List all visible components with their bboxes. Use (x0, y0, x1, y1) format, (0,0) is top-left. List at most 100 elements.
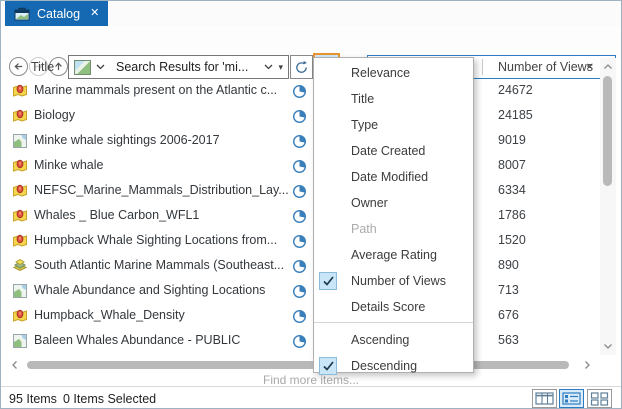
columns-view-icon (535, 392, 554, 405)
pane-tab-bar: Catalog ✕ (1, 1, 621, 26)
tab-title: Catalog (37, 7, 80, 21)
item-views: 9019 (498, 133, 526, 147)
result-row[interactable]: Humpback_Whale_Density 676 (1, 304, 599, 329)
vertical-scroll-thumb[interactable] (603, 76, 612, 186)
item-views: 24185 (498, 108, 533, 122)
item-title: Humpback Whale Sighting Locations from..… (34, 233, 277, 247)
arrow-left-icon (13, 61, 24, 72)
item-views: 24672 (498, 83, 533, 97)
result-row[interactable]: Minke whale 8007 (1, 154, 599, 179)
item-views: 1520 (498, 233, 526, 247)
arcgis-online-icon (292, 159, 307, 177)
map-layer-icon (12, 283, 28, 302)
columns-view-button[interactable] (532, 389, 557, 408)
horizontal-scrollbar[interactable] (7, 358, 597, 372)
menu-item-label: Descending (351, 359, 417, 373)
column-header-views[interactable]: Number of Views (498, 60, 593, 74)
menu-item-label: Owner (351, 196, 388, 210)
list-view-button[interactable] (559, 389, 584, 408)
catalog-pane: Catalog ✕ Search Results for 'mi... (0, 0, 622, 409)
item-title: South Atlantic Marine Mammals (Southeast… (34, 258, 284, 272)
close-icon[interactable]: ✕ (90, 8, 99, 19)
items-selected-count: 0 Items Selected (63, 392, 156, 406)
menu-item-number-of-views[interactable]: Number of Views (314, 268, 473, 294)
result-row[interactable]: Whale Abundance and Sighting Locations 7… (1, 279, 599, 304)
arcgis-online-icon (292, 209, 307, 227)
result-row[interactable]: South Atlantic Marine Mammals (Southeast… (1, 254, 599, 279)
menu-item-date-modified[interactable]: Date Modified (314, 164, 473, 190)
result-row[interactable]: Humpback Whale Sighting Locations from..… (1, 229, 599, 254)
result-row[interactable]: Minke whale sightings 2006-2017 9019 (1, 129, 599, 154)
web-layer-icon (12, 108, 28, 127)
menu-item-date-created[interactable]: Date Created (314, 138, 473, 164)
menu-item-details-score[interactable]: Details Score (314, 294, 473, 320)
dropdown-triangle-icon[interactable]: ▾ (278, 62, 283, 73)
arcgis-online-icon (292, 109, 307, 127)
items-count: 95 Items (9, 392, 57, 406)
item-views: 563 (498, 333, 519, 347)
map-layer-icon (12, 333, 28, 352)
menu-item-label: Details Score (351, 300, 425, 314)
location-combobox[interactable]: Search Results for 'mi... ▾ (68, 55, 289, 79)
arcgis-online-icon (292, 259, 307, 277)
menu-item-average-rating[interactable]: Average Rating (314, 242, 473, 268)
result-row[interactable]: NEFSC_Marine_Mammals_Distribution_Lay...… (1, 179, 599, 204)
chevron-down-icon[interactable] (264, 64, 273, 70)
item-views: 676 (498, 308, 519, 322)
menu-item-ascending[interactable]: Ascending (314, 327, 473, 353)
menu-item-label: Relevance (351, 66, 410, 80)
refresh-button[interactable] (290, 55, 313, 79)
menu-item-label: Ascending (351, 333, 409, 347)
arcgis-online-icon (292, 284, 307, 302)
menu-item-type[interactable]: Type (314, 112, 473, 138)
menu-item-label: Type (351, 118, 378, 132)
menu-item-label: Average Rating (351, 248, 437, 262)
checkmark-box (319, 357, 337, 375)
item-title: NEFSC_Marine_Mammals_Distribution_Lay... (34, 183, 289, 197)
vertical-scrollbar[interactable] (600, 58, 616, 355)
back-button[interactable] (9, 57, 28, 76)
item-title: Biology (34, 108, 75, 122)
result-row[interactable]: Baleen Whales Abundance - PUBLIC 563 (1, 329, 599, 354)
status-bar: 95 Items 0 Items Selected (1, 386, 621, 409)
horizontal-scroll-thumb[interactable] (27, 361, 569, 369)
menu-item-label: Date Created (351, 144, 425, 158)
menu-item-owner[interactable]: Owner (314, 190, 473, 216)
item-title: Whale Abundance and Sighting Locations (34, 283, 265, 297)
web-layer-icon (12, 83, 28, 102)
arcgis-online-icon (292, 309, 307, 327)
map-layer-icon (12, 133, 28, 152)
result-row[interactable]: Biology 24185 (1, 104, 599, 129)
web-layer-icon (12, 208, 28, 227)
checkmark-icon (322, 360, 335, 372)
result-row[interactable]: Marine mammals present on the Atlantic c… (1, 79, 599, 104)
menu-item-descending[interactable]: Descending (314, 353, 473, 379)
thumbnails-view-button[interactable] (587, 389, 612, 408)
item-views: 890 (498, 258, 519, 272)
web-layer-icon (12, 308, 28, 327)
scroll-up-icon[interactable] (602, 61, 614, 73)
results-list: Marine mammals present on the Atlantic c… (1, 79, 599, 354)
menu-item-relevance[interactable]: Relevance (314, 60, 473, 86)
sort-menu: Relevance Title Type Date Created Date M… (313, 57, 474, 373)
scroll-right-icon[interactable] (581, 359, 593, 371)
scroll-down-icon[interactable] (602, 340, 614, 352)
item-title: Minke whale (34, 158, 103, 172)
chevron-down-icon[interactable] (96, 64, 105, 70)
list-view-icon (562, 392, 581, 405)
scroll-left-icon[interactable] (9, 359, 21, 371)
menu-item-title[interactable]: Title (314, 86, 473, 112)
web-layer-icon (12, 183, 28, 202)
column-header-title[interactable]: Title (31, 60, 54, 74)
catalog-toolbar: Search Results for 'mi... ▾ (1, 26, 621, 58)
arrow-up-icon (53, 61, 64, 72)
tab-catalog[interactable]: Catalog ✕ (5, 1, 108, 26)
item-views: 6334 (498, 183, 526, 197)
item-title: Marine mammals present on the Atlantic c… (34, 83, 277, 97)
result-row[interactable]: Whales _ Blue Carbon_WFL1 1786 (1, 204, 599, 229)
arcgis-online-icon (292, 184, 307, 202)
find-more-items-link[interactable]: Find more items... (1, 373, 621, 387)
menu-item-path[interactable]: Path (314, 216, 473, 242)
thumbnails-view-icon (590, 392, 609, 406)
item-title: Baleen Whales Abundance - PUBLIC (34, 333, 240, 347)
